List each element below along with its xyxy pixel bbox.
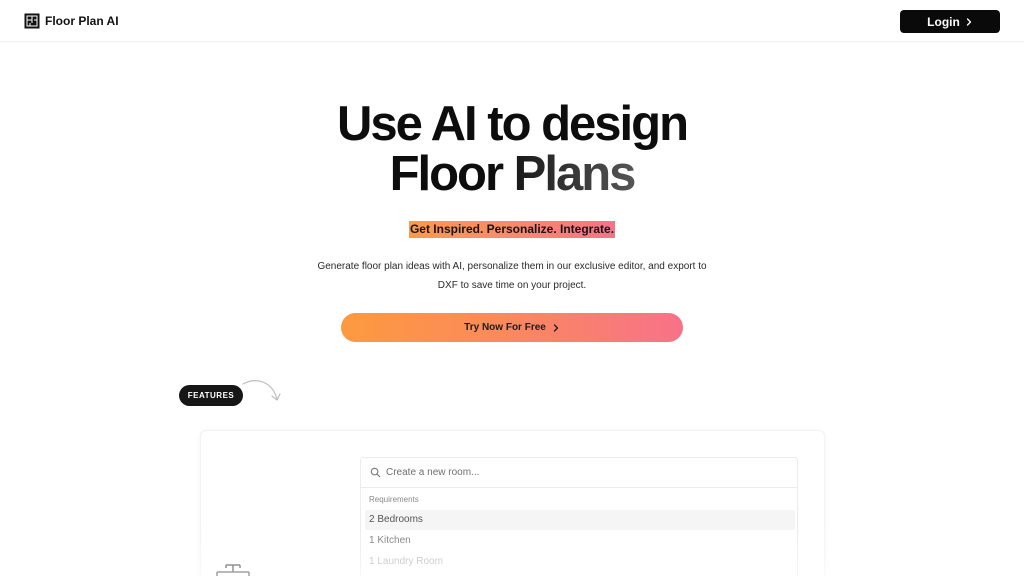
hero-tagline: Get Inspired. Personalize. Integrate.: [408, 221, 616, 238]
tagline-container: Get Inspired. Personalize. Integrate.: [0, 220, 1024, 238]
login-button[interactable]: Login: [900, 10, 1000, 33]
try-now-button[interactable]: Try Now For Free: [341, 313, 683, 342]
requirement-item[interactable]: 2 Bedrooms: [365, 510, 795, 530]
room-search-row: [361, 458, 797, 488]
features-badge: FEATURES: [179, 385, 243, 406]
hero-description: Generate floor plan ideas with AI, perso…: [317, 261, 707, 291]
page: Floor Plan AI Login Use AI to design Flo…: [0, 0, 1024, 576]
hero-title-line-1: Use AI to design: [336, 97, 689, 151]
chevron-right-icon: [966, 17, 971, 26]
top-nav: Floor Plan AI Login: [0, 0, 1024, 42]
login-button-label: Login: [927, 14, 960, 29]
room-command-panel: Requirements 2 Bedrooms 1 Kitchen 1 Laun…: [360, 457, 798, 576]
logo[interactable]: Floor Plan AI: [24, 13, 119, 29]
create-room-input[interactable]: [386, 467, 766, 478]
requirement-item[interactable]: 1 Kitchen: [365, 531, 795, 551]
requirement-item[interactable]: 1 Laundry Room: [365, 552, 795, 572]
try-now-button-label: Try Now For Free: [464, 322, 546, 333]
hero-title-line-2: Floor Plans: [0, 149, 1024, 199]
search-icon: [370, 467, 381, 478]
floor-plan-logo-icon: [24, 13, 40, 29]
floor-plan-outline-icon: [216, 564, 250, 576]
curved-arrow-icon: [242, 380, 281, 401]
requirements-label: Requirements: [369, 495, 419, 504]
chevron-right-icon: [553, 323, 558, 332]
logo-text: Floor Plan AI: [45, 14, 119, 28]
hero-title: Use AI to design Floor Plans: [0, 97, 1024, 200]
